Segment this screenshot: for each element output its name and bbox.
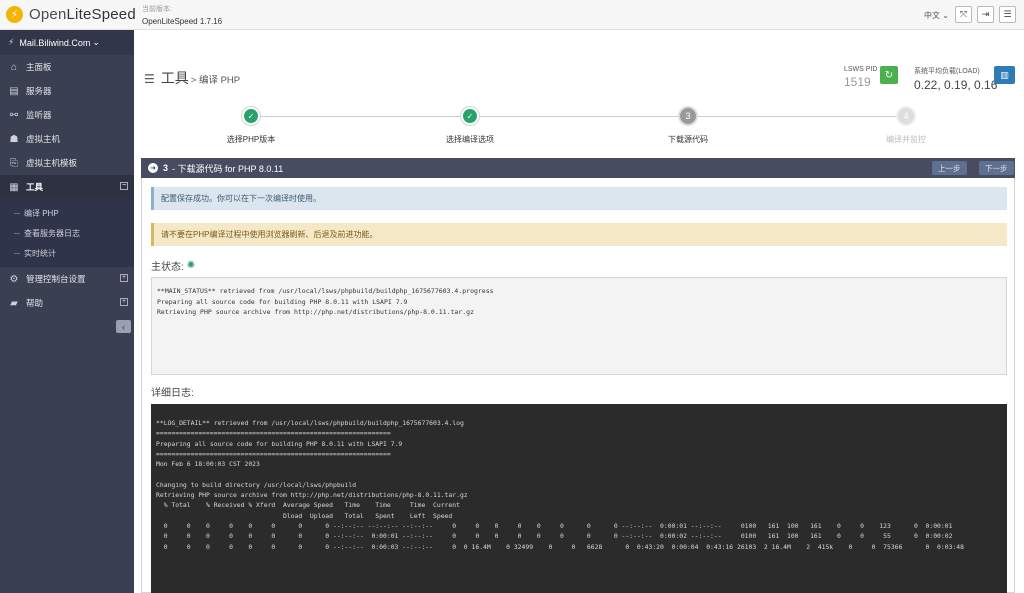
version-label: 当前版本:	[142, 6, 172, 13]
next-step-button[interactable]: 下一步	[979, 161, 1014, 175]
chevron-down-icon: ⌄	[92, 37, 100, 47]
expand-icon[interactable]: +	[120, 298, 128, 306]
chevron-down-icon: ⌄	[942, 11, 949, 20]
home-icon: ⌂	[10, 61, 18, 73]
menu-button[interactable]: ☰	[999, 6, 1016, 23]
load-value: 0.22, 0.19, 0.16	[914, 78, 998, 92]
panel-title: - 下载源代码 for PHP 8.0.11	[172, 163, 284, 174]
arrow-right-circle-icon: ➜	[148, 163, 158, 173]
lightning-icon: ⚡	[8, 37, 15, 47]
version-value: OpenLiteSpeed 1.7.16	[142, 17, 223, 26]
lsws-pid: LSWS PID 1519	[844, 66, 877, 89]
wizard-step-1: ✓ 选择PHP版本	[181, 106, 321, 145]
page-title: ☰ 工具 > 编译 PHP	[144, 68, 240, 88]
listener-icon: ⚯	[9, 109, 19, 121]
wizard-steps: ✓ 选择PHP版本 ✓ 选择编译选项 3 下载源代码 4 编译并监控	[144, 106, 1014, 146]
wizard-step-label: 选择编译选项	[446, 135, 494, 144]
sidebar-item-realtime-stats[interactable]: 实时统计	[0, 243, 134, 263]
site-selector[interactable]: ⚡ Mail.Biliwind.Com ⌄	[0, 30, 134, 55]
sidebar-item-listeners[interactable]: ⚯ 监听器	[0, 103, 134, 127]
expand-icon[interactable]: +	[120, 274, 128, 282]
log-detail-output[interactable]: **LOG_DETAIL** retrieved from /usr/local…	[151, 404, 1007, 593]
gear-icon: ⚙	[9, 273, 19, 285]
stats-button[interactable]: ▥	[994, 66, 1015, 84]
book-icon: ▰	[10, 297, 18, 309]
step-number: 3	[163, 163, 169, 173]
sidebar-item-vhost-templates[interactable]: ⎘ 虚拟主机模板	[0, 151, 134, 175]
wizard-step-label: 编译并监控	[886, 135, 926, 144]
menu-icon: ☰	[1003, 9, 1012, 19]
sidebar-item-dashboard[interactable]: ⌂ 主面板	[0, 55, 134, 79]
restart-button[interactable]: ↻	[880, 66, 898, 84]
sidebar-item-webadmin-settings[interactable]: ⚙ 管理控制台设置 +	[0, 267, 134, 291]
warning-alert: 请不要在PHP编译过程中使用浏览器刷新、后退及前进功能。	[151, 223, 1007, 246]
sidebar-item-tools[interactable]: ▦ 工具 −	[0, 175, 134, 199]
logout-icon: ⇥	[981, 9, 990, 19]
panel-header: ➜ 3 - 下载源代码 for PHP 8.0.11 上一步 下一步	[141, 158, 1015, 178]
vhost-icon: ☗	[9, 133, 19, 145]
fullscreen-icon: ⤧	[959, 9, 968, 19]
collapse-icon[interactable]: −	[120, 182, 128, 190]
language-select[interactable]: 中文 ⌄	[924, 10, 949, 21]
prev-step-button[interactable]: 上一步	[932, 161, 967, 175]
wizard-step-number: 4	[896, 106, 916, 126]
fullscreen-button[interactable]: ⤧	[955, 6, 972, 23]
site-name: Mail.Biliwind.Com	[19, 37, 91, 48]
template-icon: ⎘	[10, 157, 18, 169]
breadcrumb: > 编译 PHP	[190, 75, 241, 86]
sidebar-collapse-button[interactable]: ‹	[116, 320, 131, 333]
check-icon: ✓	[463, 109, 477, 123]
logo[interactable]: ⚡ OpenLiteSpeed	[6, 6, 136, 23]
spinning-gear-icon: ✺	[186, 260, 196, 271]
tools-submenu: 编译 PHP 查看服务器日志 实时统计	[0, 199, 134, 267]
list-icon: ☰	[144, 72, 155, 86]
success-alert: 配置保存成功。你可以在下一次编译时使用。	[151, 187, 1007, 210]
wizard-step-2: ✓ 选择编译选项	[400, 106, 540, 145]
main-content: ☰ 工具 > 编译 PHP LSWS PID 1519 ↻ 系统平均负载(LOA…	[134, 30, 1024, 593]
wizard-step-label: 下载源代码	[668, 135, 708, 144]
top-bar: ⚡ OpenLiteSpeed 当前版本: OpenLiteSpeed 1.7.…	[0, 0, 1024, 30]
sidebar-item-compile-php[interactable]: 编译 PHP	[0, 203, 134, 223]
wizard-step-number: 3	[678, 106, 698, 126]
logout-button[interactable]: ⇥	[977, 6, 994, 23]
main-status-output: **MAIN_STATUS** retrieved from /usr/loca…	[151, 277, 1007, 375]
page-title-text: 工具	[160, 70, 189, 86]
pid-value: 1519	[844, 75, 871, 89]
sidebar-item-vhosts[interactable]: ☗ 虚拟主机	[0, 127, 134, 151]
logo-text: OpenLiteSpeed	[29, 6, 136, 23]
version-info: 当前版本: OpenLiteSpeed 1.7.16	[142, 4, 222, 27]
sidebar: ⚡ Mail.Biliwind.Com ⌄ ⌂ 主面板 ▤ 服务器 ⚯ 监听器 ☗ 虚拟…	[0, 30, 134, 593]
main-status-heading: 主状态: ✺	[151, 260, 196, 273]
panel-body: 配置保存成功。你可以在下一次编译时使用。 请不要在PHP编译过程中使用浏览器刷新…	[141, 178, 1015, 593]
load-label: 系统平均负载(LOAD)	[914, 68, 980, 75]
chart-icon: ▥	[1000, 69, 1009, 80]
sidebar-item-server-log[interactable]: 查看服务器日志	[0, 223, 134, 243]
system-load: 系统平均负载(LOAD) 0.22, 0.19, 0.16	[914, 66, 997, 92]
wizard-step-4: 4 编译并监控	[836, 106, 976, 145]
pid-label: LSWS PID	[844, 66, 878, 73]
refresh-icon: ↻	[884, 69, 894, 81]
litespeed-logo-icon: ⚡	[6, 6, 23, 23]
server-icon: ▤	[9, 85, 19, 97]
sidebar-item-server[interactable]: ▤ 服务器	[0, 79, 134, 103]
sidebar-item-help[interactable]: ▰ 帮助 +	[0, 291, 134, 315]
tools-icon: ▦	[9, 181, 19, 193]
chevron-left-icon: ‹	[122, 321, 125, 332]
log-detail-heading: 详细日志:	[151, 388, 194, 399]
check-icon: ✓	[244, 109, 258, 123]
wizard-step-3: 3 下载源代码	[618, 106, 758, 145]
wizard-step-label: 选择PHP版本	[226, 135, 276, 144]
